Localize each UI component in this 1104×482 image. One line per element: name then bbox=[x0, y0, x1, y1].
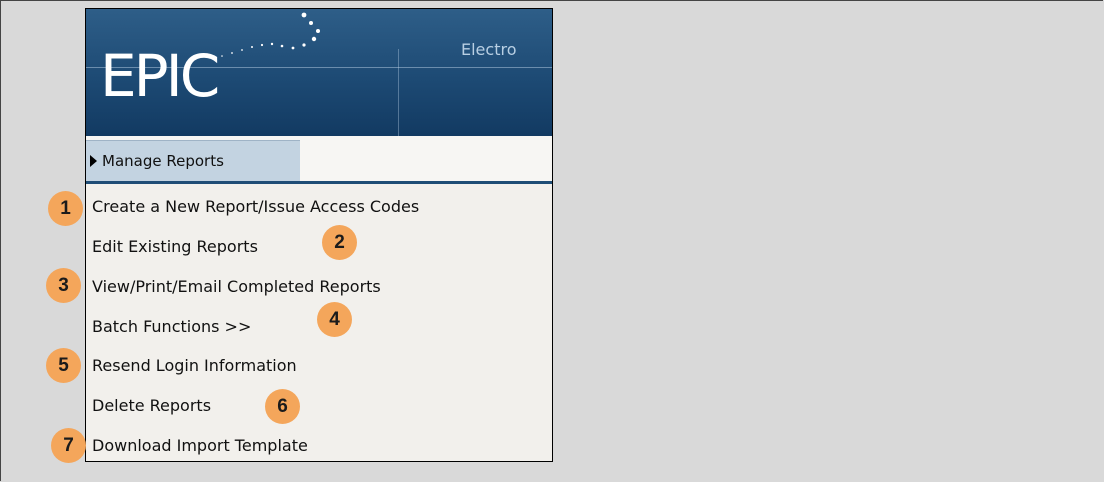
step-badge-3: 3 bbox=[46, 268, 81, 303]
menu-item-edit-reports[interactable]: Edit Existing Reports bbox=[92, 237, 258, 256]
step-badge-5: 5 bbox=[46, 348, 81, 383]
menu-item-delete-reports[interactable]: Delete Reports bbox=[92, 396, 211, 415]
step-badge-4: 4 bbox=[317, 302, 352, 337]
menu-item-create-report[interactable]: Create a New Report/Issue Access Codes bbox=[92, 197, 419, 216]
menu-item-view-print-email[interactable]: View/Print/Email Completed Reports bbox=[92, 277, 381, 296]
menu-item-download-template[interactable]: Download Import Template bbox=[92, 436, 308, 455]
step-badge-7: 7 bbox=[51, 428, 86, 463]
step-badge-1: 1 bbox=[48, 191, 83, 226]
banner-vertical-line bbox=[398, 49, 399, 136]
menu-item-batch-functions[interactable]: Batch Functions >> bbox=[92, 317, 251, 336]
epic-logo: EPIC bbox=[100, 42, 220, 110]
epic-menu-panel: EPIC Electro Manage Reports Create a New… bbox=[85, 8, 553, 462]
step-badge-6: 6 bbox=[265, 389, 300, 424]
tab-manage-reports[interactable]: Manage Reports bbox=[86, 140, 300, 181]
step-badge-2: 2 bbox=[322, 225, 357, 260]
triangle-right-icon bbox=[90, 155, 97, 167]
tab-bar: Manage Reports bbox=[86, 136, 552, 184]
header-banner: EPIC Electro bbox=[86, 9, 552, 136]
banner-subtitle: Electro bbox=[461, 40, 517, 59]
tab-label: Manage Reports bbox=[102, 152, 224, 170]
menu-item-resend-login[interactable]: Resend Login Information bbox=[92, 356, 297, 375]
